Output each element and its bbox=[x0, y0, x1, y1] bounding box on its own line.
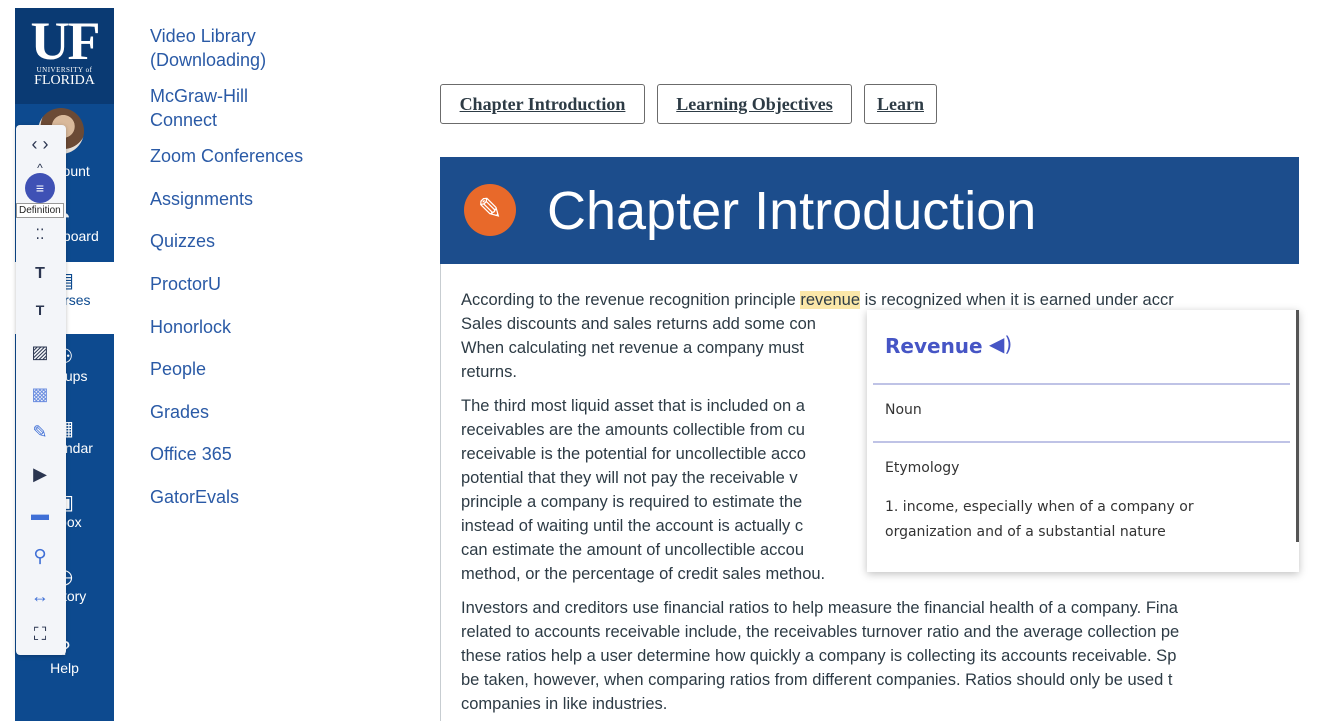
text-line: can estimate the amount of uncollectible… bbox=[461, 541, 805, 559]
logo-uf-text: UF bbox=[30, 11, 101, 71]
text-line: receivable is the potential for uncollec… bbox=[461, 445, 806, 463]
course-nav-zoom[interactable]: Zoom Conferences bbox=[150, 144, 350, 168]
text-line: According to the revenue recognition pri… bbox=[461, 291, 801, 309]
etymology-label: Etymology bbox=[885, 460, 960, 476]
course-nav-quizzes[interactable]: Quizzes bbox=[150, 229, 350, 253]
fullscreen-icon[interactable]: ⛶ bbox=[25, 621, 55, 647]
definition-icon[interactable]: ≡ bbox=[25, 173, 55, 203]
play-icon[interactable]: ▶ bbox=[25, 461, 55, 487]
part-of-speech: Noun bbox=[885, 402, 922, 418]
text-line: The third most liquid asset that is incl… bbox=[461, 397, 805, 415]
definition-popup: Revenue ◀) Noun Etymology 1. income, esp… bbox=[867, 310, 1299, 572]
course-nav-proctoru[interactable]: ProctorU bbox=[150, 272, 350, 296]
course-nav: Video Library (Downloading) McGraw-Hill … bbox=[150, 24, 350, 509]
text-line: instead of waiting until the account is … bbox=[461, 517, 804, 535]
course-nav-people[interactable]: People bbox=[150, 357, 350, 381]
course-nav-mcgraw-hill[interactable]: McGraw-Hill Connect bbox=[150, 84, 280, 132]
toggle-icon[interactable]: ⁚⁚ bbox=[25, 221, 55, 247]
text-line: principle a company is required to estim… bbox=[461, 493, 803, 511]
tab-chapter-introduction[interactable]: Chapter Introduction bbox=[440, 84, 645, 124]
definition-tooltip: Definition bbox=[16, 203, 64, 218]
text-line: Investors and creditors use financial ra… bbox=[461, 599, 1178, 617]
text-small-icon[interactable]: T bbox=[25, 297, 55, 323]
course-nav-gatorevals[interactable]: GatorEvals bbox=[150, 485, 350, 509]
divider bbox=[873, 441, 1290, 443]
text-line: companies in like industries. bbox=[461, 695, 668, 713]
text-line: method, or the percentage of credit sale… bbox=[461, 565, 826, 583]
image-icon[interactable]: ▩ bbox=[25, 381, 55, 407]
definition-text: 1. income, especially when of a company … bbox=[885, 499, 1194, 540]
text-line: When calculating net revenue a company m… bbox=[461, 339, 805, 357]
text-line: potential that they will not pay the rec… bbox=[461, 469, 798, 487]
tab-learning-objectives[interactable]: Learning Objectives bbox=[657, 84, 852, 124]
nav-help-label: Help bbox=[50, 660, 79, 676]
text-line: Sales discounts and sales returns add so… bbox=[461, 315, 816, 333]
prev-next-icon[interactable]: ‹ › bbox=[25, 131, 55, 157]
search-icon[interactable]: ⚲ bbox=[25, 543, 55, 569]
text-line: receivables are the amounts collectible … bbox=[461, 421, 805, 439]
tab-learn[interactable]: Learn bbox=[864, 84, 937, 124]
text-line: returns. bbox=[461, 363, 517, 381]
tag-icon: ✎ bbox=[464, 184, 516, 236]
course-nav-video-library[interactable]: Video Library (Downloading) bbox=[150, 24, 280, 72]
readspeaker-toolbar: ‹ › ^ ≡ Definition ⁚⁚ T T ▨ ▩ ✎ ▶ ▬ ⚲ ↔ … bbox=[16, 125, 66, 655]
paragraph-ratios: Investors and creditors use financial ra… bbox=[461, 596, 1319, 716]
popup-scrollbar[interactable] bbox=[1296, 310, 1299, 542]
definition-word: Revenue bbox=[885, 334, 983, 358]
mask-icon[interactable]: ▬ bbox=[25, 501, 55, 527]
edit-icon[interactable]: ✎ bbox=[25, 419, 55, 445]
content-left-border bbox=[440, 264, 441, 721]
text-line: be taken, however, when comparing ratios… bbox=[461, 671, 1173, 689]
text-line: these ratios help a user determine how q… bbox=[461, 647, 1177, 665]
course-nav-honorlock[interactable]: Honorlock bbox=[150, 315, 350, 339]
logo-florida-text: FLORIDA bbox=[34, 73, 95, 88]
course-nav-assignments[interactable]: Assignments bbox=[150, 187, 350, 211]
speaker-icon[interactable]: ◀) bbox=[989, 332, 1012, 356]
course-nav-office-365[interactable]: Office 365 bbox=[150, 442, 350, 466]
uf-logo[interactable]: UF UNIVERSITY of FLORIDA bbox=[15, 8, 114, 104]
spacing-icon[interactable]: ↔ bbox=[25, 583, 55, 609]
divider bbox=[873, 383, 1290, 385]
clipboard-icon[interactable]: ▨ bbox=[25, 339, 55, 365]
banner-title: Chapter Introduction bbox=[547, 181, 1037, 241]
highlighted-word-revenue[interactable]: revenue bbox=[800, 291, 861, 309]
chapter-banner: ✎ Chapter Introduction bbox=[440, 157, 1299, 264]
text-line: related to accounts receivable include, … bbox=[461, 623, 1180, 641]
text-size-icon[interactable]: T bbox=[25, 261, 55, 287]
course-nav-grades[interactable]: Grades bbox=[150, 400, 350, 424]
text-line: is recognized when it is earned under ac… bbox=[860, 291, 1174, 309]
